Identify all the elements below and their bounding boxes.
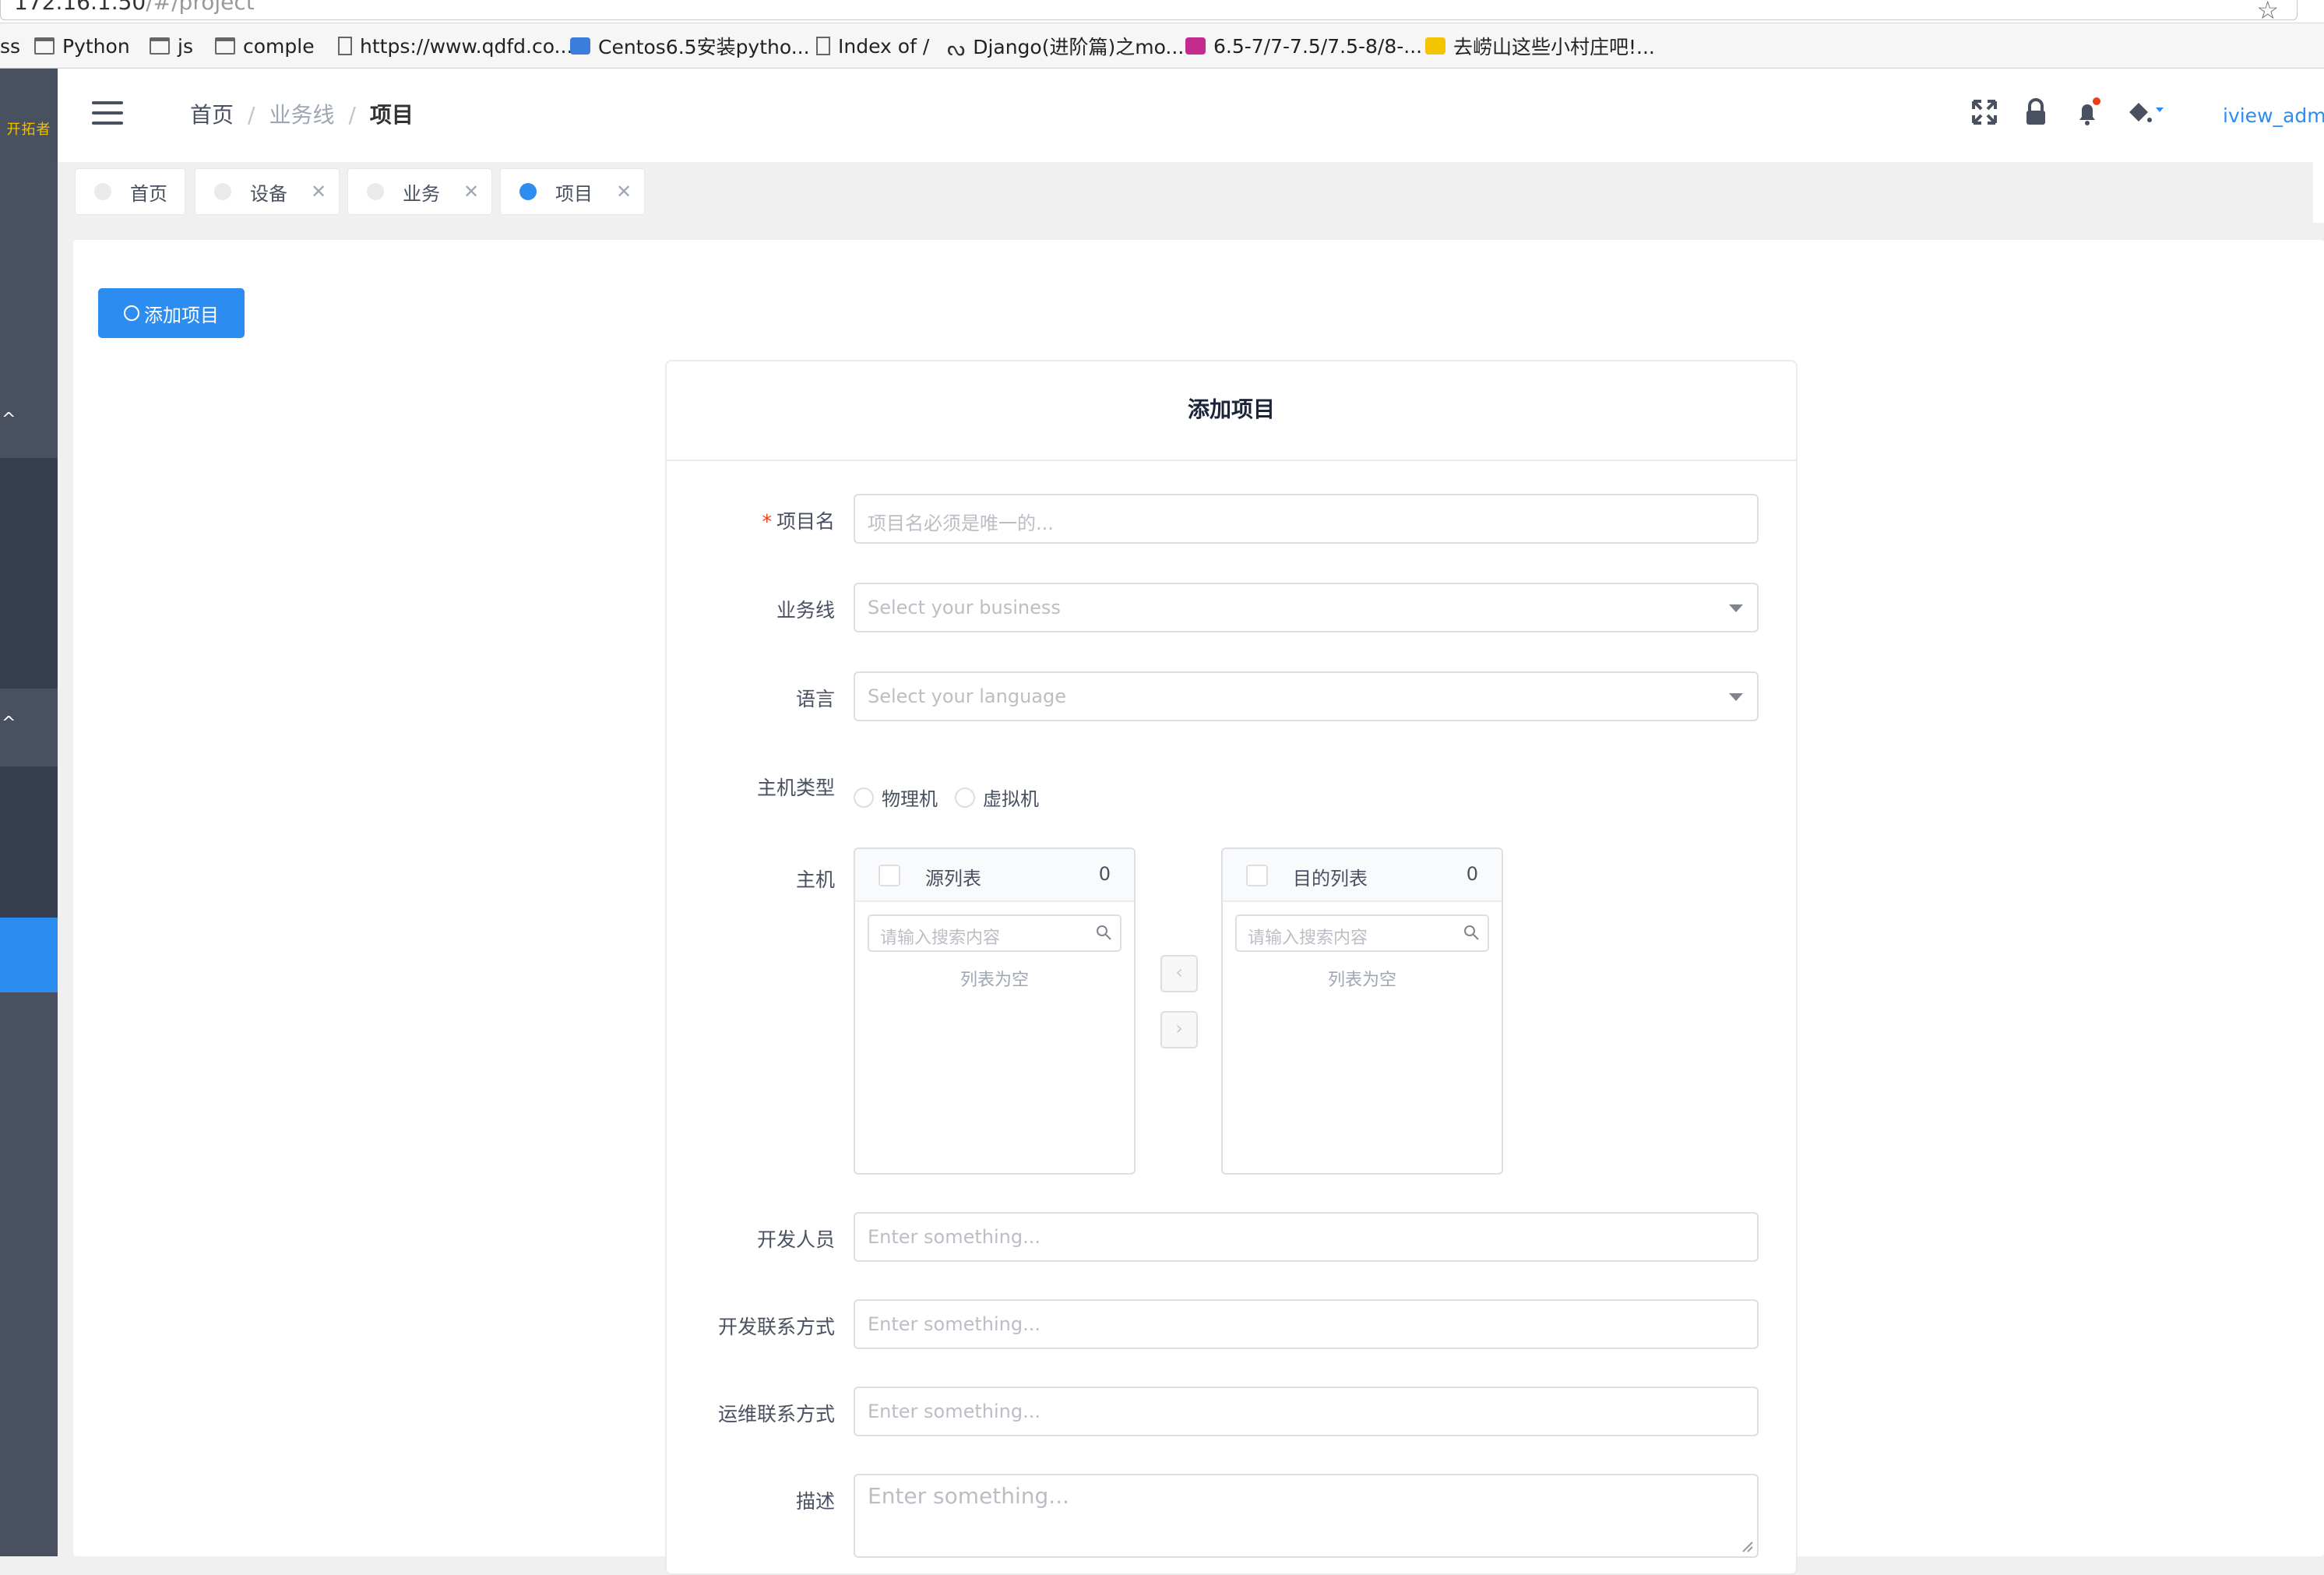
tag-dot: [367, 183, 384, 200]
bookmark-folder-python[interactable]: Python: [34, 33, 130, 59]
sidebar-submenu[interactable]: [0, 766, 58, 918]
business-label: 业务线: [776, 599, 835, 622]
bookmark-laoshan[interactable]: 去崂山这些小村庄吧!...: [1425, 33, 1655, 59]
address-text: 172.16.1.50/#/project: [14, 0, 255, 15]
yp-icon: [1185, 37, 1206, 55]
browser-url-bar: 172.16.1.50/#/project ☆: [0, 0, 2324, 25]
add-project-button[interactable]: 添加项目: [98, 288, 245, 338]
host-type-label: 主机类型: [756, 777, 835, 799]
theme-paint-icon[interactable]: [2125, 97, 2168, 128]
radio-virtual[interactable]: 虚拟机: [955, 784, 1039, 811]
search-icon: [1464, 925, 1479, 940]
tags-action-area: [2313, 162, 2324, 223]
breadcrumb-current: 项目: [369, 102, 414, 128]
tag-dot: [214, 183, 231, 200]
move-right-button[interactable]: ›: [1160, 1011, 1198, 1048]
bookmark-schedule[interactable]: 6.5-7/7-7.5/7.5-8/8-...: [1185, 33, 1422, 59]
breadcrumb-business[interactable]: 业务线: [269, 102, 334, 128]
dev-contact-label: 开发联系方式: [717, 1316, 835, 1338]
radio-circle: [854, 787, 874, 808]
edit-icon: [570, 37, 590, 55]
tag-home[interactable]: 首页: [75, 168, 185, 215]
tags-bar: 首页 设备✕ 业务✕ 项目✕ 标签: [58, 162, 2324, 226]
transfer-target-panel: 目的列表 0 请输入搜索内容 列表为空: [1221, 847, 1503, 1175]
description-textarea[interactable]: Enter something...: [854, 1474, 1759, 1558]
resize-handle-icon[interactable]: [1740, 1539, 1754, 1553]
language-label: 语言: [795, 688, 835, 710]
chevron-up-icon[interactable]: ^: [2, 410, 16, 429]
breadcrumb: 首页 / 业务线 / 项目: [190, 102, 414, 128]
empty-list-text: 列表为空: [1327, 971, 1396, 990]
tag-dot: [94, 183, 111, 200]
bookmark-centos[interactable]: Centos6.5安装pytho...: [570, 33, 810, 59]
bookmark-folder-js[interactable]: js: [150, 33, 193, 59]
page-icon: [816, 37, 830, 55]
tag-dot-active: [519, 183, 537, 200]
add-project-modal: 添加项目 * 项目名 项目名必须是唯一的... 业务线 Select your b…: [665, 360, 1798, 1575]
source-search-input[interactable]: 请输入搜索内容: [868, 914, 1122, 952]
bookmark-item[interactable]: ss: [0, 33, 20, 59]
host-label: 主机: [795, 869, 835, 891]
developer-input[interactable]: Enter something...: [854, 1212, 1759, 1262]
divider: [667, 460, 1796, 461]
project-name-input[interactable]: 项目名必须是唯一的...: [854, 494, 1759, 544]
address-field[interactable]: [0, 0, 2298, 20]
transfer-header: 目的列表 0: [1223, 849, 1502, 902]
sidebar-submenu[interactable]: [0, 458, 58, 689]
business-select[interactable]: Select your business: [854, 583, 1759, 632]
modal-title: 添加项目: [1187, 396, 1275, 422]
close-icon[interactable]: ✕: [616, 181, 632, 203]
radio-physical[interactable]: 物理机: [854, 784, 938, 811]
plus-circle-icon: [124, 305, 139, 321]
sidebar: 开拓者 ^ ^: [0, 69, 58, 1556]
folder-icon: [150, 37, 170, 55]
logo: 开拓者: [6, 122, 51, 138]
bookmark-star-icon[interactable]: ☆: [2256, 0, 2279, 25]
top-header: 首页/业务线/项目 iview_admin: [58, 69, 2324, 162]
close-icon[interactable]: ✕: [463, 181, 479, 203]
description-label: 描述: [795, 1490, 835, 1513]
bookmark-django[interactable]: ᔓ Django(进阶篇)之mo...: [947, 33, 1184, 61]
search-icon: [1097, 925, 1111, 940]
bird-icon: ᔓ: [947, 37, 966, 61]
folder-icon: [215, 37, 235, 55]
tag-project[interactable]: 项目 ✕: [500, 168, 645, 215]
breadcrumb-home[interactable]: 首页: [190, 102, 234, 128]
bookmark-qdfd[interactable]: https://www.qdfd.co...: [338, 33, 572, 59]
transfer-header: 源列表 0: [855, 849, 1134, 902]
bookmarks-bar: ss Python js comple https://www.qdfd.co.…: [0, 23, 2324, 69]
notification-bell-icon[interactable]: [2072, 97, 2103, 128]
sidebar-item-active[interactable]: [0, 918, 58, 992]
ops-contact-label: 运维联系方式: [717, 1403, 835, 1425]
move-left-button[interactable]: ‹: [1160, 955, 1198, 992]
menu-toggle-icon[interactable]: [92, 101, 123, 125]
tag-device[interactable]: 设备 ✕: [195, 168, 340, 215]
developer-label: 开发人员: [756, 1228, 835, 1251]
close-icon[interactable]: ✕: [311, 181, 326, 203]
bookmark-index[interactable]: Index of /: [816, 33, 929, 59]
target-search-input[interactable]: 请输入搜索内容: [1235, 914, 1489, 952]
ops-contact-input[interactable]: Enter something...: [854, 1386, 1759, 1436]
s-icon: [1425, 37, 1445, 55]
project-name-label: * 项目名: [762, 510, 835, 533]
select-all-checkbox[interactable]: [879, 865, 900, 886]
lock-icon[interactable]: [2020, 97, 2051, 128]
dev-contact-input[interactable]: Enter something...: [854, 1299, 1759, 1349]
bookmark-folder-comple[interactable]: comple: [215, 33, 315, 59]
select-all-checkbox[interactable]: [1246, 865, 1268, 886]
chevron-up-icon[interactable]: ^: [2, 714, 16, 733]
tag-business[interactable]: 业务 ✕: [347, 168, 492, 215]
empty-list-text: 列表为空: [960, 971, 1029, 990]
page-icon: [338, 37, 352, 55]
transfer-source-panel: 源列表 0 请输入搜索内容 列表为空: [854, 847, 1136, 1175]
main-content: 添加项目 添加项目 * 项目名 项目名必须是唯一的... 业务线 Select y…: [73, 240, 2324, 1575]
chevron-down-icon: [1729, 604, 1743, 612]
user-name[interactable]: iview_admin: [2223, 104, 2324, 127]
folder-icon: [34, 37, 55, 55]
radio-circle: [955, 787, 975, 808]
language-select[interactable]: Select your language: [854, 671, 1759, 721]
chevron-down-icon: [1729, 693, 1743, 701]
fullscreen-icon[interactable]: [1969, 97, 2000, 128]
